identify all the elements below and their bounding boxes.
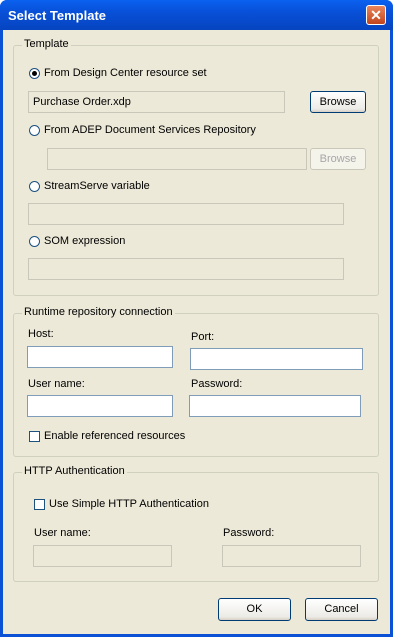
radio-som-label[interactable]: SOM expression [44,235,125,247]
template-legend: Template [22,38,71,50]
adep-field[interactable] [47,148,307,170]
http-user-name-input[interactable] [33,545,172,567]
som-field[interactable] [28,258,344,280]
use-simple-http-checkbox[interactable] [34,499,45,510]
radio-adep[interactable] [29,125,40,136]
http-user-name-label: User name: [34,527,91,539]
cancel-button[interactable]: Cancel [305,598,378,621]
enable-referenced-label[interactable]: Enable referenced resources [44,430,185,442]
browse-resource-label: Browse [319,96,357,108]
resource-set-value: Purchase Order.xdp [33,96,131,108]
window-title: Select Template [8,8,107,23]
password-label: Password: [191,378,243,390]
host-input[interactable] [27,346,173,368]
radio-design-center[interactable] [29,68,40,79]
close-button[interactable]: ✕ [366,5,386,25]
http-legend: HTTP Authentication [22,465,127,477]
radio-streamserve-label[interactable]: StreamServe variable [44,180,150,192]
user-name-input[interactable] [27,395,173,417]
streamserve-field[interactable] [28,203,344,225]
ok-button[interactable]: OK [218,598,291,621]
close-icon: ✕ [370,7,382,23]
dialog-window: Select Template ✕ Template From Design C… [0,0,393,637]
radio-streamserve[interactable] [29,181,40,192]
runtime-legend: Runtime repository connection [22,306,175,318]
enable-referenced-checkbox[interactable] [29,431,40,442]
radio-design-center-label[interactable]: From Design Center resource set [44,67,207,79]
dialog-body: Template From Design Center resource set… [3,30,390,634]
http-password-label: Password: [223,527,275,539]
radio-som[interactable] [29,236,40,247]
host-label: Host: [28,328,54,340]
port-label: Port: [191,331,215,343]
radio-adep-label[interactable]: From ADEP Document Services Repository [44,124,256,136]
http-password-input[interactable] [222,545,361,567]
browse-adep-button[interactable]: Browse [310,148,366,170]
browse-adep-label: Browse [319,153,357,165]
use-simple-http-label[interactable]: Use Simple HTTP Authentication [49,498,209,510]
cancel-label: Cancel [324,603,359,615]
title-bar[interactable]: Select Template ✕ [0,0,393,30]
resource-set-field: Purchase Order.xdp [28,91,285,113]
browse-resource-button[interactable]: Browse [310,91,366,113]
user-name-label: User name: [28,378,85,390]
password-input[interactable] [189,395,361,417]
ok-label: OK [246,603,263,615]
port-input[interactable] [190,348,363,370]
